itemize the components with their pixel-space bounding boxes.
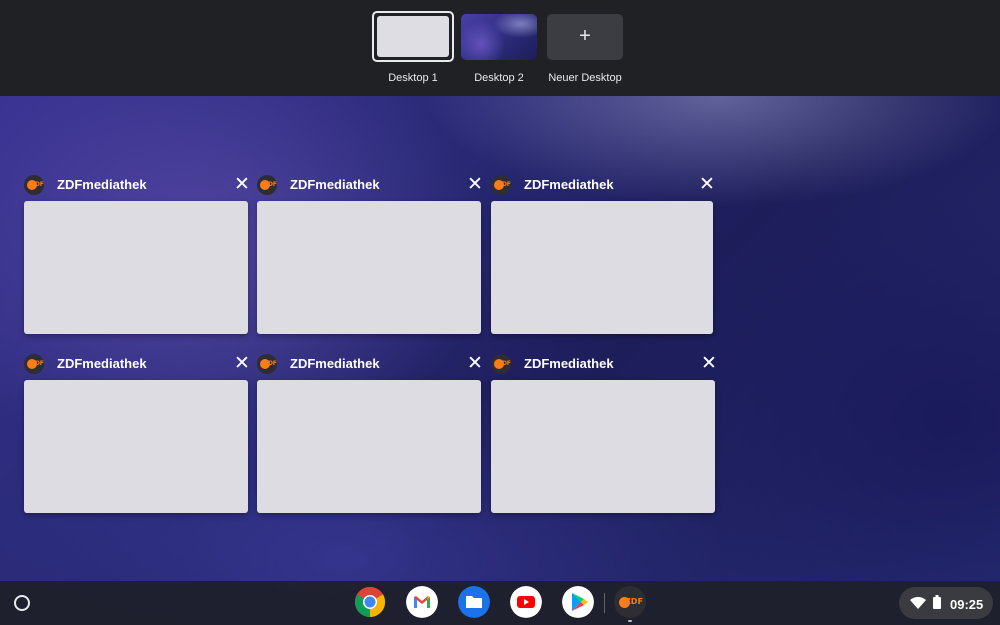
close-icon[interactable]: ✕ — [466, 175, 484, 194]
window-title: ZDFmediathek — [524, 356, 614, 371]
close-icon[interactable]: ✕ — [233, 354, 251, 373]
clock: 09:25 — [950, 597, 984, 612]
desk-1-label: Desktop 1 — [388, 72, 438, 84]
zdf-icon: ZDF — [491, 175, 511, 195]
zdf-icon[interactable]: ZDF — [614, 586, 646, 618]
window-thumbnail[interactable] — [24, 380, 248, 513]
gmail-icon[interactable] — [406, 586, 438, 618]
shelf-divider — [604, 593, 605, 613]
window-thumbnail[interactable] — [491, 380, 715, 513]
wifi-icon — [910, 597, 926, 609]
desk-2-label: Desktop 2 — [474, 72, 524, 84]
zdf-icon: ZDF — [257, 175, 277, 195]
window-title: ZDFmediathek — [290, 177, 380, 192]
launcher-icon — [14, 595, 30, 611]
new-desk-label: Neuer Desktop — [548, 72, 622, 84]
zdf-icon: ZDF — [24, 175, 44, 195]
window-title: ZDFmediathek — [57, 356, 147, 371]
close-icon[interactable]: ✕ — [700, 354, 718, 373]
desk-bar: Desktop 1 Desktop 2 + Neuer Desktop — [0, 0, 1000, 96]
window-thumbnail[interactable] — [257, 380, 481, 513]
desk-1[interactable] — [372, 11, 454, 62]
plus-icon[interactable]: + — [547, 14, 623, 60]
window-thumbnail[interactable] — [24, 201, 248, 334]
desk-2[interactable] — [461, 14, 537, 60]
window-title: ZDFmediathek — [57, 177, 147, 192]
status-tray[interactable]: 09:25 — [899, 587, 993, 619]
window-title: ZDFmediathek — [290, 356, 380, 371]
window-thumbnail[interactable] — [491, 201, 713, 334]
window-title: ZDFmediathek — [524, 177, 614, 192]
youtube-icon[interactable] — [510, 586, 542, 618]
shelf: ZDF 09:25 — [0, 581, 1000, 625]
close-icon[interactable]: ✕ — [233, 175, 251, 194]
zdf-icon: ZDF — [491, 354, 511, 374]
window-thumbnail[interactable] — [257, 201, 481, 334]
desk-1-preview[interactable] — [372, 11, 454, 62]
close-icon[interactable]: ✕ — [698, 175, 716, 194]
zdf-icon: ZDF — [257, 354, 277, 374]
battery-icon — [933, 595, 941, 609]
chrome-icon[interactable] — [354, 586, 386, 618]
files-icon[interactable] — [458, 586, 490, 618]
desk-2-preview[interactable] — [461, 14, 537, 60]
zdf-icon: ZDF — [24, 354, 44, 374]
new-desk-button[interactable]: + — [547, 14, 623, 60]
close-icon[interactable]: ✕ — [466, 354, 484, 373]
launcher-button[interactable] — [8, 589, 36, 617]
play-store-icon[interactable] — [562, 586, 594, 618]
running-indicator — [628, 620, 632, 622]
